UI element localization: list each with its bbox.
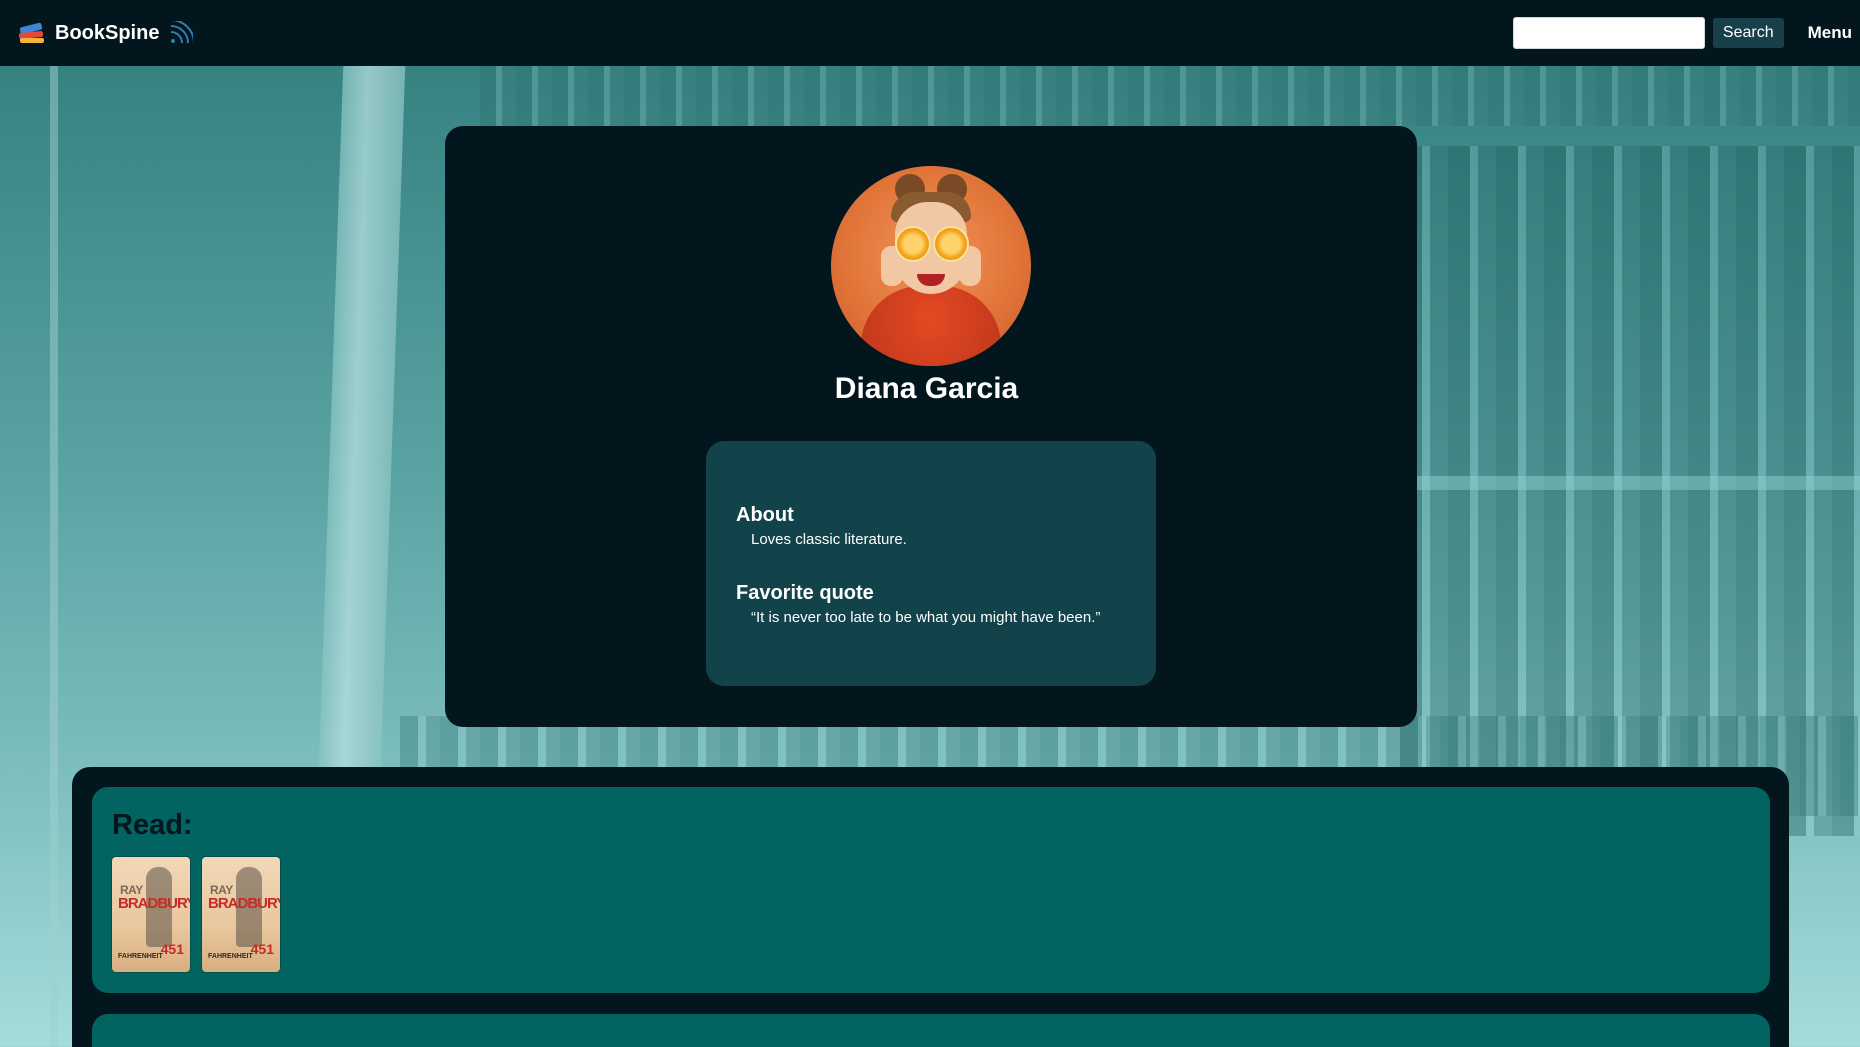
about-heading: About: [736, 504, 794, 526]
book-cover[interactable]: RAY BRADBURY 451 FAHRENHEIT: [112, 857, 190, 972]
avatar: [831, 166, 1031, 366]
profile-card: Diana Garcia About Loves classic literat…: [445, 126, 1417, 727]
rss-icon[interactable]: [169, 21, 194, 45]
search-input[interactable]: [1512, 17, 1705, 49]
book-title: FAHRENHEIT: [208, 953, 253, 960]
menu-button[interactable]: Menu: [1808, 23, 1852, 43]
profile-info-box: About Loves classic literature. Favorite…: [706, 441, 1156, 686]
background-decoration: [50, 66, 58, 1047]
book-title: FAHRENHEIT: [118, 953, 163, 960]
read-book-list: RAY BRADBURY 451 FAHRENHEIT RAY BRADBURY…: [112, 857, 280, 972]
background-decoration: [480, 66, 1860, 126]
book-author-last: BRADBURY: [208, 895, 280, 912]
read-shelf-title: Read:: [112, 809, 193, 841]
search-button[interactable]: Search: [1712, 18, 1784, 48]
read-shelf: Read: RAY BRADBURY 451 FAHRENHEIT RAY BR…: [92, 787, 1770, 993]
background-decoration: [316, 66, 406, 826]
reading-shelf: [92, 1014, 1770, 1047]
book-author-last: BRADBURY: [118, 895, 190, 912]
favorite-quote-text: “It is never too late to be what you mig…: [751, 609, 1101, 626]
navbar: BookSpine Search Menu: [0, 0, 1860, 66]
book-cover[interactable]: RAY BRADBURY 451 FAHRENHEIT: [202, 857, 280, 972]
brand-link[interactable]: BookSpine: [18, 21, 159, 45]
book-number: 451: [160, 941, 184, 957]
navbar-right: Search Menu: [1512, 17, 1860, 49]
book-number: 451: [250, 941, 274, 957]
brand-name: BookSpine: [55, 21, 160, 44]
favorite-quote-heading: Favorite quote: [736, 582, 874, 604]
background-decoration: [1410, 476, 1860, 490]
books-stack-icon: [18, 21, 45, 45]
bookshelves-section: Read: RAY BRADBURY 451 FAHRENHEIT RAY BR…: [72, 767, 1789, 1047]
profile-name: Diana Garcia: [834, 372, 1019, 405]
about-text: Loves classic literature.: [751, 531, 907, 548]
